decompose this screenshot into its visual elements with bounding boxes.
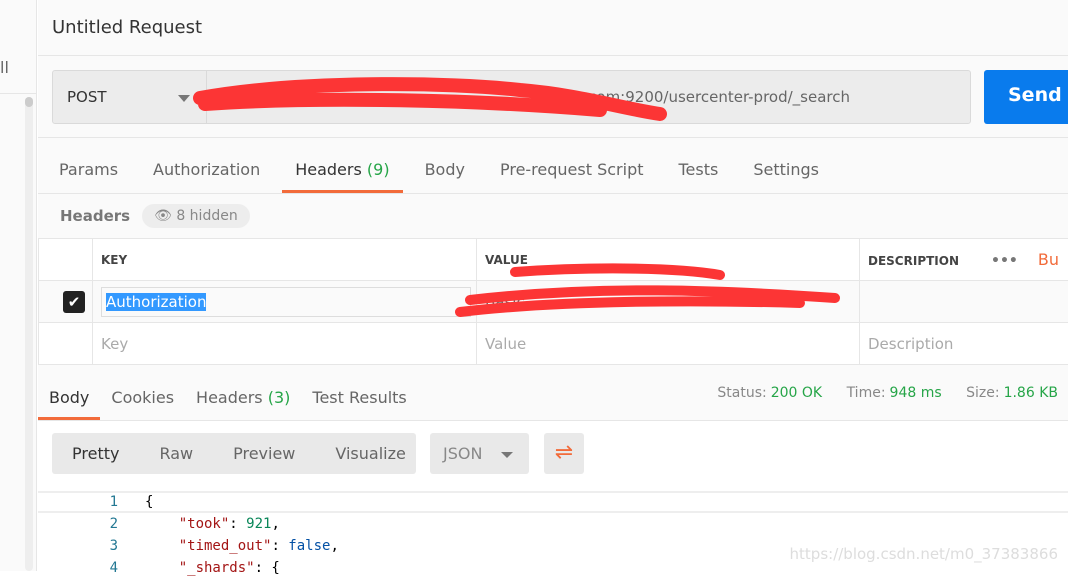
headers-table: KEY VALUE DESCRIPTION•••Bu ✔ Authorizati… bbox=[38, 238, 1068, 365]
response-tab-test-results[interactable]: Test Results bbox=[301, 365, 417, 420]
send-button[interactable]: Send bbox=[984, 70, 1068, 124]
sidebar: ll bbox=[0, 0, 37, 571]
table-row: ✔ Authorization Basic bbox=[39, 281, 1068, 323]
method-select[interactable]: POST bbox=[53, 71, 207, 123]
tab-body[interactable]: Body bbox=[412, 138, 478, 193]
key-placeholder[interactable]: Key bbox=[93, 323, 477, 365]
description-placeholder[interactable]: Description bbox=[860, 323, 1068, 365]
status-value: 200 OK bbox=[771, 385, 822, 401]
view-raw[interactable]: Raw bbox=[139, 433, 213, 474]
value-placeholder[interactable]: Value bbox=[477, 323, 860, 365]
watermark: https://blog.csdn.net/m0_37383866 bbox=[790, 545, 1058, 563]
request-title[interactable]: Untitled Request bbox=[38, 0, 1068, 56]
tab-settings[interactable]: Settings bbox=[740, 138, 832, 193]
key-input[interactable]: Authorization bbox=[101, 287, 471, 317]
tab-params[interactable]: Params bbox=[46, 138, 131, 193]
table-row-empty: Key Value Description bbox=[39, 323, 1068, 365]
method-label: POST bbox=[67, 88, 107, 106]
tab-pre-request-script[interactable]: Pre-request Script bbox=[487, 138, 657, 193]
response-tab-cookies[interactable]: Cookies bbox=[100, 365, 185, 420]
bulk-edit-link[interactable]: Bu bbox=[1038, 250, 1059, 269]
tab-headers-count: (9) bbox=[367, 160, 390, 179]
sidebar-scrollbar[interactable] bbox=[25, 97, 33, 571]
col-description: DESCRIPTION•••Bu bbox=[860, 239, 1068, 281]
format-select[interactable]: JSON bbox=[430, 433, 529, 474]
response-body-editor[interactable]: 1{ 2 "took": 921, 3 "timed_out": false, … bbox=[38, 491, 1068, 579]
tab-headers-label: Headers bbox=[295, 160, 362, 179]
size-value: 1.86 KB bbox=[1004, 385, 1058, 401]
checkbox-checked[interactable]: ✔ bbox=[63, 291, 85, 313]
tab-headers[interactable]: Headers (9) bbox=[282, 138, 402, 193]
hidden-headers-toggle[interactable]: 👁 8 hidden bbox=[142, 204, 250, 228]
view-visualize[interactable]: Visualize bbox=[315, 433, 425, 474]
view-pretty[interactable]: Pretty bbox=[52, 433, 139, 474]
response-tab-headers[interactable]: Headers (3) bbox=[185, 365, 301, 420]
response-stats: Status:200 OK Time:948 ms Size:1.86 KB bbox=[713, 385, 1058, 401]
chevron-down-icon bbox=[178, 95, 190, 102]
sidebar-partial-label: ll bbox=[0, 58, 9, 77]
view-preview[interactable]: Preview bbox=[213, 433, 315, 474]
hidden-count: 8 hidden bbox=[176, 208, 237, 224]
description-input[interactable] bbox=[860, 281, 1068, 323]
tab-tests[interactable]: Tests bbox=[666, 138, 732, 193]
tab-authorization[interactable]: Authorization bbox=[140, 138, 273, 193]
headers-label: Headers bbox=[60, 207, 130, 225]
wrap-lines-icon[interactable]: ⇌ bbox=[544, 433, 584, 474]
value-input[interactable]: Basic bbox=[477, 281, 860, 323]
col-value: VALUE bbox=[477, 239, 860, 281]
more-icon[interactable]: ••• bbox=[991, 253, 1018, 269]
eye-icon: 👁 bbox=[154, 208, 172, 224]
response-tab-body[interactable]: Body bbox=[38, 365, 100, 420]
chevron-down-icon bbox=[501, 452, 513, 458]
time-value: 948 ms bbox=[890, 385, 942, 401]
col-key: KEY bbox=[93, 239, 477, 281]
url-input[interactable]: .com:9200/usercenter-prod/_search bbox=[207, 71, 970, 123]
